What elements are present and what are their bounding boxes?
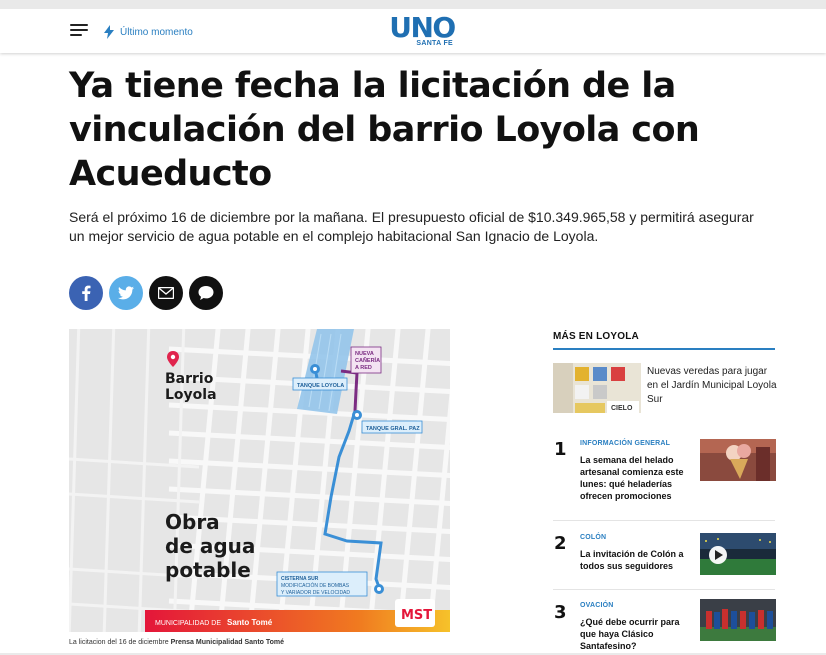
menu-icon[interactable]	[70, 23, 88, 37]
story-link-2[interactable]: La invitación de Colón a todos sus segui…	[580, 548, 692, 572]
logo-subtitle: SANTA FE	[416, 40, 453, 47]
story-thumbnail-3[interactable]	[700, 599, 776, 641]
article-page: Último momento UNO SANTA FE Ya tiene fec…	[0, 9, 826, 655]
article-image[interactable]: Barrio Loyola Obra de agua potable TANQU…	[69, 329, 450, 632]
aside-title-underline	[553, 348, 775, 350]
facebook-icon	[82, 285, 91, 301]
rank-number-3: 3	[554, 602, 567, 623]
twitter-icon	[118, 286, 134, 300]
story-thumbnail-2[interactable]	[700, 533, 776, 575]
stadium-video-image	[700, 533, 776, 575]
label-tanque-gral-paz: TANQUE GRAL. PAZ	[366, 426, 420, 432]
rank-number-1: 1	[554, 439, 567, 460]
label-cisterna-3: Y VARIADOR DE VELOCIDAD	[281, 590, 350, 596]
share-email-button[interactable]	[149, 276, 183, 310]
map-headline-3: potable	[165, 558, 251, 582]
label-cisterna-2: MODIFICACIÓN DE BOMBAS	[281, 582, 350, 589]
share-facebook-button[interactable]	[69, 276, 103, 310]
image-caption: La licitacion del 16 de diciembre Prensa…	[69, 639, 284, 646]
share-whatsapp-button[interactable]	[189, 276, 223, 310]
site-header: Último momento UNO SANTA FE	[0, 9, 826, 53]
story-kicker-3[interactable]: OVACIÓN	[580, 602, 614, 609]
label-tanque-loyola: TANQUE LOYOLA	[297, 383, 344, 389]
banner-prefix: MUNICIPALIDAD DE	[155, 620, 221, 627]
story-link-1[interactable]: La semana del helado artesanal comienza …	[580, 454, 692, 502]
lightning-icon	[104, 25, 114, 39]
breaking-news-label: Último momento	[120, 26, 193, 38]
story-link-3[interactable]: ¿Qué debe ocurrir para que haya Clásico …	[580, 616, 692, 652]
rank-number-2: 2	[554, 533, 567, 554]
map-place-title-1: Barrio	[165, 371, 214, 387]
browser-top-strip	[0, 0, 826, 9]
divider	[553, 589, 775, 590]
divider	[553, 520, 775, 521]
article-title: Ya tiene fecha la licitación de la vincu…	[69, 66, 700, 194]
caption-text: La licitacion del 16 de diciembre	[69, 639, 169, 646]
ice-cream-image	[700, 439, 776, 481]
map-place-title-2: Loyola	[165, 387, 217, 403]
aside-title: MÁS EN LOYOLA	[553, 331, 639, 342]
chat-bubble-icon	[198, 286, 214, 300]
football-crowd-image	[700, 599, 776, 641]
caption-credit: Prensa Municipalidad Santo Tomé	[170, 639, 285, 646]
map-headline-2: de agua	[165, 534, 255, 558]
label-cisterna-1: CISTERNA SUR	[281, 576, 319, 582]
story-kicker-2[interactable]: COLÓN	[580, 534, 606, 541]
label-nueva-3: A RED	[355, 365, 372, 371]
site-logo[interactable]: UNO SANTA FE	[389, 11, 456, 49]
share-twitter-button[interactable]	[109, 276, 143, 310]
featured-thumbnail[interactable]: CIELO	[553, 363, 641, 413]
story-kicker-1[interactable]: INFORMACIÓN GENERAL	[580, 440, 670, 447]
banner-logo: MST	[401, 608, 432, 623]
featured-img-label: CIELO	[611, 405, 633, 412]
banner-city: Santo Tomé	[227, 618, 273, 627]
mail-icon	[158, 287, 174, 299]
breaking-news-link[interactable]: Último momento	[104, 24, 193, 40]
article-summary: Será el próximo 16 de diciembre por la m…	[69, 209, 754, 244]
loyola-map-infographic: Barrio Loyola Obra de agua potable TANQU…	[69, 329, 450, 632]
label-nueva-1: NUEVA	[355, 351, 374, 357]
featured-thumbnail-image: CIELO	[553, 363, 641, 413]
label-nueva-2: CAÑERÍA	[355, 356, 380, 364]
featured-story-link[interactable]: Nuevas veredas para jugar en el Jardín M…	[647, 365, 777, 407]
story-thumbnail-1[interactable]	[700, 439, 776, 481]
map-headline-1: Obra	[165, 510, 220, 534]
